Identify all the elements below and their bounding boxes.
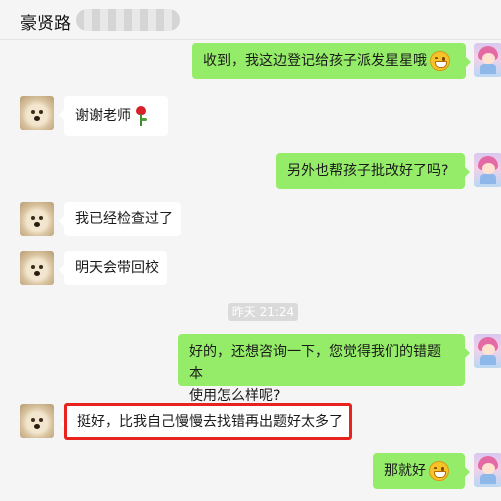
chat-header: 豪贤路 — [0, 0, 501, 40]
self-avatar[interactable] — [474, 43, 501, 77]
message-bubble-other[interactable]: 明天会带回校 — [59, 251, 167, 285]
message-bubble-other[interactable]: 谢谢老师 — [59, 96, 168, 136]
anime-girl-avatar-icon — [474, 43, 501, 77]
contact-avatar[interactable] — [20, 404, 54, 438]
grin-emoji-icon — [429, 461, 449, 481]
message-text: 好的，还想咨询一下，您觉得我们的错题本 使用怎么样呢? — [189, 341, 454, 407]
anime-girl-avatar-icon — [474, 153, 501, 187]
poodle-avatar-icon — [20, 202, 54, 236]
message-text: 我已经检查过了 — [75, 211, 173, 227]
message-bubble-self[interactable]: 收到，我这边登记给孩子派发星星哦 — [192, 43, 471, 79]
self-avatar[interactable] — [474, 334, 501, 368]
poodle-avatar-icon — [20, 251, 54, 285]
message-bubble-other[interactable]: 挺好，比我自己慢慢去找错再出题好太多了 — [61, 405, 350, 438]
self-avatar[interactable] — [474, 453, 501, 487]
message-text: 挺好，比我自己慢慢去找错再出题好太多了 — [77, 413, 343, 430]
self-avatar[interactable] — [474, 153, 501, 187]
message-bubble-self[interactable]: 好的，还想咨询一下，您觉得我们的错题本 使用怎么样呢? — [178, 334, 470, 404]
redacted-name-blur — [76, 9, 180, 31]
message-text: 谢谢老师 — [75, 108, 131, 124]
message-text: 那就好 — [384, 463, 426, 479]
message-text: 明天会带回校 — [75, 260, 159, 276]
message-text: 收到，我这边登记给孩子派发星星哦 — [203, 53, 427, 69]
poodle-avatar-icon — [20, 96, 54, 130]
grin-emoji-icon — [430, 51, 450, 71]
contact-avatar[interactable] — [20, 202, 54, 236]
message-bubble-other[interactable]: 我已经检查过了 — [59, 202, 181, 236]
contact-avatar[interactable] — [20, 96, 54, 130]
contact-avatar[interactable] — [20, 251, 54, 285]
rose-emoji-icon — [134, 106, 148, 126]
message-line: 使用怎么样呢? — [189, 388, 281, 404]
message-bubble-self[interactable]: 那就好 — [373, 453, 470, 489]
anime-girl-avatar-icon — [474, 453, 501, 487]
message-timestamp: 昨天 21:24 — [228, 303, 298, 321]
message-bubble-self[interactable]: 另外也帮孩子批改好了吗? — [276, 153, 470, 189]
message-text: 另外也帮孩子批改好了吗? — [287, 163, 449, 179]
message-line: 好的，还想咨询一下，您觉得我们的错题本 — [189, 344, 441, 382]
chat-title[interactable]: 豪贤路 — [20, 9, 71, 34]
anime-girl-avatar-icon — [474, 334, 501, 368]
poodle-avatar-icon — [20, 404, 54, 438]
